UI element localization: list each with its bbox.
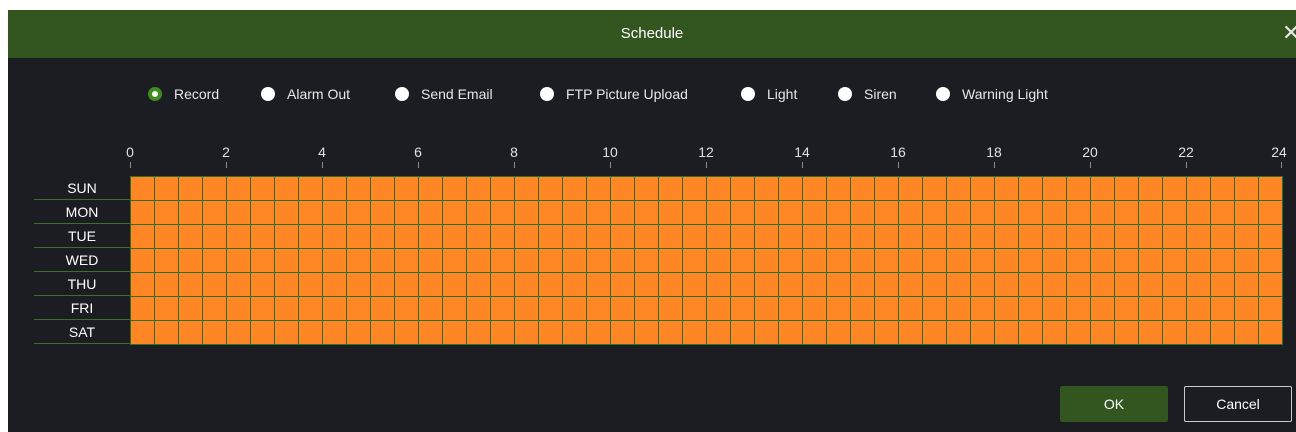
hour-tick	[418, 162, 419, 168]
cancel-button[interactable]: Cancel	[1184, 386, 1292, 422]
radio-icon[interactable]	[838, 87, 852, 101]
dialog-title: Schedule	[620, 25, 684, 42]
mode-label: Siren	[864, 86, 897, 102]
hour-tick	[1186, 162, 1187, 168]
hour-label: 8	[510, 144, 518, 160]
mode-option-siren[interactable]: Siren	[838, 83, 897, 105]
hour-label: 14	[794, 144, 810, 160]
mode-label: Alarm Out	[287, 86, 351, 102]
day-label-fri: FRI	[70, 300, 94, 316]
mode-option-record[interactable]: Record	[148, 83, 219, 105]
hour-tick	[994, 162, 995, 168]
hour-label: 22	[1178, 144, 1194, 160]
hour-label: 24	[1271, 144, 1287, 160]
schedule-row-fri[interactable]	[130, 296, 1282, 320]
hour-tick	[706, 162, 707, 168]
hour-label: 10	[602, 144, 618, 160]
schedule-row-thu[interactable]	[130, 272, 1282, 296]
mode-label: Send Email	[421, 86, 493, 102]
mode-option-ftp-picture-upload[interactable]: FTP Picture Upload	[540, 83, 688, 105]
schedule-grid[interactable]	[130, 176, 1283, 345]
radio-icon[interactable]	[148, 87, 162, 101]
mode-label: Record	[174, 86, 220, 102]
schedule-row-wed[interactable]	[130, 248, 1282, 272]
day-label-thu: THU	[67, 276, 97, 292]
hour-tick	[802, 162, 803, 168]
schedule-row-tue[interactable]	[130, 224, 1282, 248]
day-divider	[34, 343, 130, 344]
radio-icon[interactable]	[741, 87, 755, 101]
schedule-row-sun[interactable]	[130, 176, 1282, 200]
close-icon[interactable]: ✕	[1282, 20, 1296, 46]
mode-label: Light	[767, 86, 798, 102]
day-label-mon: MON	[65, 204, 99, 220]
hour-tick	[322, 162, 323, 168]
hour-label: 4	[318, 144, 326, 160]
hour-label: 12	[698, 144, 714, 160]
mode-option-warning-light[interactable]: Warning Light	[936, 83, 1048, 105]
title-bar: Schedule ✕	[8, 10, 1296, 58]
hour-tick	[898, 162, 899, 168]
day-label-wed: WED	[65, 252, 99, 268]
schedule-row-sat[interactable]	[130, 320, 1282, 344]
mode-option-send-email[interactable]: Send Email	[395, 83, 493, 105]
mode-selector: Record Alarm Out Send Email FTP Picture …	[8, 83, 1296, 105]
hour-label: 16	[890, 144, 906, 160]
schedule-row-mon[interactable]	[130, 200, 1282, 224]
day-label-sat: SAT	[68, 324, 96, 340]
mode-option-alarm-out[interactable]: Alarm Out	[261, 83, 350, 105]
day-label-tue: TUE	[68, 228, 96, 244]
mode-option-light[interactable]: Light	[741, 83, 797, 105]
day-label-sun: SUN	[67, 180, 97, 196]
ok-button[interactable]: OK	[1060, 386, 1168, 422]
hour-label: 6	[414, 144, 422, 160]
mode-label: Warning Light	[962, 86, 1048, 102]
hour-tick	[1281, 162, 1282, 168]
schedule-dialog: Schedule ✕ Record Alarm Out Send Email F…	[8, 10, 1296, 432]
hour-tick	[514, 162, 515, 168]
hour-tick	[1090, 162, 1091, 168]
hour-tick	[610, 162, 611, 168]
radio-icon[interactable]	[261, 87, 275, 101]
hour-label: 0	[126, 144, 134, 160]
hour-tick	[130, 162, 131, 168]
hour-label: 2	[222, 144, 230, 160]
radio-icon[interactable]	[540, 87, 554, 101]
radio-icon[interactable]	[936, 87, 950, 101]
hour-label: 18	[986, 144, 1002, 160]
hour-label: 20	[1082, 144, 1098, 160]
radio-icon[interactable]	[395, 87, 409, 101]
mode-label: FTP Picture Upload	[566, 86, 688, 102]
hour-tick	[226, 162, 227, 168]
